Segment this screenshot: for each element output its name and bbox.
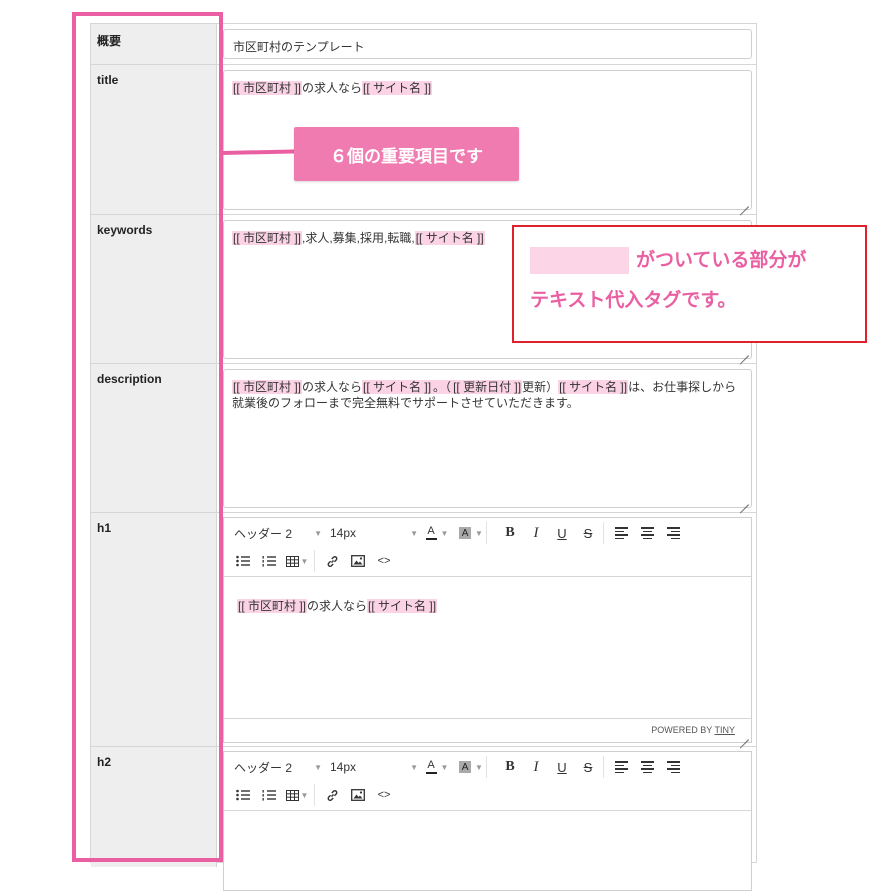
font-color-button[interactable]: A ▼ — [424, 756, 450, 778]
row-h2: h2 ヘッダー 2 ▼ 14px ▼ A ▼ A ▼ B I U S ▼ <> — [91, 747, 756, 891]
label-keywords: keywords — [91, 215, 217, 363]
resize-grip-icon[interactable] — [740, 347, 749, 356]
tag-updated-date: [[ 更新日付 ]] — [452, 380, 523, 394]
label-overview: 概要 — [91, 24, 217, 64]
strikethrough-button[interactable]: S — [575, 522, 601, 544]
chevron-down-icon: ▼ — [440, 762, 449, 772]
bold-button[interactable]: B — [497, 522, 523, 544]
tag-municipality: [[ 市区町村 ]] — [232, 231, 303, 245]
image-icon[interactable] — [345, 550, 371, 572]
tag-site-name: [[ サイト名 ]] — [362, 81, 433, 95]
table-icon[interactable]: ▼ — [282, 550, 312, 572]
chevron-down-icon: ▼ — [475, 762, 483, 772]
h1-editor-content[interactable]: [[ 市区町村 ]]の求人なら[[ サイト名 ]] — [224, 577, 751, 718]
bullet-list-icon[interactable] — [230, 550, 256, 572]
strikethrough-button[interactable]: S — [575, 756, 601, 778]
chevron-down-icon: ▼ — [440, 528, 449, 538]
align-right-icon[interactable] — [660, 756, 686, 778]
italic-button[interactable]: I — [523, 756, 549, 778]
tiny-link[interactable]: TINY — [714, 725, 735, 735]
label-title: title — [91, 65, 217, 214]
tag-site-name: [[ サイト名 ]] — [414, 231, 485, 245]
font-size-select[interactable]: 14px ▼ — [326, 521, 422, 545]
tag-site-name: [[ サイト名 ]] — [558, 380, 629, 394]
tag-municipality: [[ 市区町村 ]] — [232, 380, 303, 394]
chevron-down-icon: ▼ — [410, 528, 418, 538]
chevron-down-icon: ▼ — [314, 762, 322, 772]
editor-toolbar-row-2: ▼ <> — [224, 547, 751, 575]
numbered-list-icon[interactable] — [256, 784, 282, 806]
h1-rich-editor: ヘッダー 2 ▼ 14px ▼ A ▼ A ▼ B I U S ▼ <> [[… — [223, 517, 752, 743]
h2-editor-content[interactable] — [224, 811, 751, 890]
tag-municipality: [[ 市区町村 ]] — [237, 599, 308, 613]
align-left-icon[interactable] — [608, 522, 634, 544]
link-icon[interactable] — [319, 784, 345, 806]
tag-explanation-callout: がついている部分が テキスト代入タグです。 — [512, 225, 867, 343]
font-color-button[interactable]: A ▼ — [424, 522, 450, 544]
underline-button[interactable]: U — [549, 756, 575, 778]
chevron-down-icon: ▼ — [475, 528, 483, 538]
format-select[interactable]: ヘッダー 2 ▼ — [230, 521, 326, 545]
image-icon[interactable] — [345, 784, 371, 806]
background-color-button[interactable]: A ▼ — [458, 522, 484, 544]
italic-button[interactable]: I — [523, 522, 549, 544]
format-select[interactable]: ヘッダー 2 ▼ — [230, 755, 326, 779]
description-textarea[interactable]: [[ 市区町村 ]]の求人なら[[ サイト名 ]] 。（[[ 更新日付 ]]更新）… — [223, 369, 752, 508]
source-code-icon[interactable]: <> — [371, 550, 397, 572]
font-size-select[interactable]: 14px ▼ — [326, 755, 422, 779]
chevron-down-icon: ▼ — [314, 528, 322, 538]
source-code-icon[interactable]: <> — [371, 784, 397, 806]
editor-toolbar-row-1: ヘッダー 2 ▼ 14px ▼ A ▼ A ▼ B I U S — [224, 753, 751, 781]
highlight-swatch — [530, 247, 629, 274]
chevron-down-icon: ▼ — [300, 556, 309, 566]
label-h2: h2 — [91, 747, 217, 867]
background-color-button[interactable]: A ▼ — [458, 756, 484, 778]
row-h1: h1 ヘッダー 2 ▼ 14px ▼ A ▼ A ▼ B I U S ▼ <> … — [91, 513, 756, 747]
numbered-list-icon[interactable] — [256, 550, 282, 572]
important-items-callout: ６個の重要項目です — [294, 127, 519, 181]
bold-button[interactable]: B — [497, 756, 523, 778]
chevron-down-icon: ▼ — [410, 762, 418, 772]
overview-input[interactable]: 市区町村のテンプレート — [223, 29, 752, 59]
link-icon[interactable] — [319, 550, 345, 572]
tag-site-name: [[ サイト名 ]] — [362, 380, 433, 394]
label-h1: h1 — [91, 513, 217, 746]
align-center-icon[interactable] — [634, 522, 660, 544]
table-icon[interactable]: ▼ — [282, 784, 312, 806]
underline-button[interactable]: U — [549, 522, 575, 544]
bullet-list-icon[interactable] — [230, 784, 256, 806]
resize-grip-icon[interactable] — [740, 198, 749, 207]
row-overview: 概要 市区町村のテンプレート — [91, 24, 756, 65]
resize-grip-icon[interactable] — [740, 731, 749, 740]
align-left-icon[interactable] — [608, 756, 634, 778]
resize-grip-icon[interactable] — [740, 496, 749, 505]
editor-statusbar: POWERED BY TINY — [224, 718, 751, 742]
align-right-icon[interactable] — [660, 522, 686, 544]
chevron-down-icon: ▼ — [300, 790, 309, 800]
h2-rich-editor: ヘッダー 2 ▼ 14px ▼ A ▼ A ▼ B I U S ▼ <> — [223, 751, 752, 891]
editor-toolbar-row-2: ▼ <> — [224, 781, 751, 809]
label-description: description — [91, 364, 217, 512]
align-center-icon[interactable] — [634, 756, 660, 778]
editor-toolbar-row-1: ヘッダー 2 ▼ 14px ▼ A ▼ A ▼ B I U S — [224, 519, 751, 547]
tag-site-name: [[ サイト名 ]] — [367, 599, 438, 613]
row-description: description [[ 市区町村 ]]の求人なら[[ サイト名 ]] 。（[… — [91, 364, 756, 513]
tag-municipality: [[ 市区町村 ]] — [232, 81, 303, 95]
